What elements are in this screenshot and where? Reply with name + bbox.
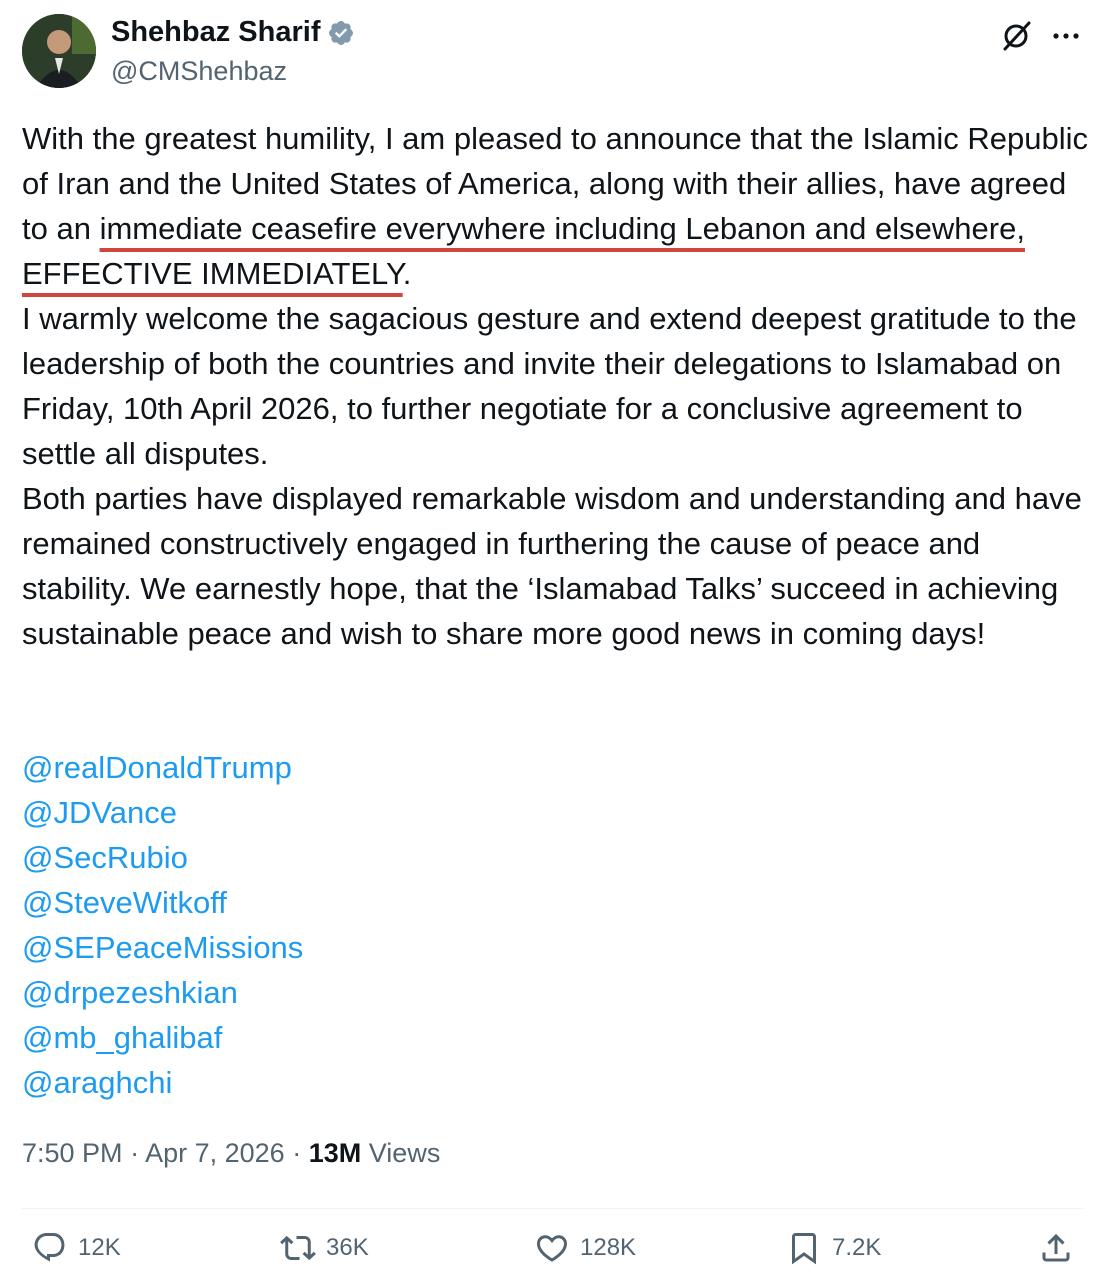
mention-link[interactable]: @realDonaldTrump <box>22 745 303 790</box>
meta-separator: · <box>292 1138 302 1168</box>
repost-count: 36K <box>326 1234 369 1261</box>
views-count: 13M <box>308 1138 362 1168</box>
share-icon <box>1042 1233 1070 1262</box>
more-options-icon[interactable] <box>1050 22 1082 50</box>
avatar[interactable] <box>22 14 96 88</box>
mention-link[interactable]: @JDVance <box>22 790 303 835</box>
post-text-run: . <box>402 256 412 291</box>
post-paragraph-3: Both parties have displayed remarkable w… <box>22 481 1082 651</box>
meta-separator: · <box>130 1138 140 1168</box>
post-date[interactable]: Apr 7, 2026 <box>145 1138 285 1168</box>
author-name[interactable]: Shehbaz Sharif <box>111 16 321 49</box>
grok-icon[interactable] <box>998 18 1034 54</box>
post-meta: 7:50 PM · Apr 7, 2026 · 13M Views <box>22 1138 440 1169</box>
author-name-row: Shehbaz Sharif <box>111 16 355 49</box>
post-paragraph-2: I warmly welcome the sagacious gesture a… <box>22 301 1077 471</box>
verified-badge-icon <box>328 20 353 45</box>
reply-button[interactable]: 12K <box>32 1230 121 1266</box>
mention-link[interactable]: @drpezeshkian <box>22 970 303 1015</box>
bookmark-count: 7.2K <box>832 1234 882 1261</box>
mention-link[interactable]: @SEPeaceMissions <box>22 925 303 970</box>
share-button[interactable] <box>1038 1230 1074 1266</box>
bookmark-button[interactable]: 7.2K <box>786 1230 881 1266</box>
like-button[interactable]: 128K <box>534 1230 636 1266</box>
heart-icon <box>536 1235 568 1262</box>
avatar-photo-icon <box>22 14 96 88</box>
mention-link[interactable]: @SteveWitkoff <box>22 880 303 925</box>
author-handle[interactable]: @CMShehbaz <box>111 56 287 87</box>
mention-link[interactable]: @mb_ghalibaf <box>22 1015 303 1060</box>
divider <box>22 1208 1083 1209</box>
post-text: With the greatest humility, I am pleased… <box>22 116 1097 656</box>
reply-count: 12K <box>78 1234 121 1261</box>
mention-link[interactable]: @araghchi <box>22 1060 303 1105</box>
bookmark-icon <box>792 1233 816 1265</box>
views-label: Views <box>368 1138 441 1168</box>
like-count: 128K <box>580 1234 637 1261</box>
repost-icon <box>280 1235 316 1261</box>
repost-button[interactable]: 36K <box>280 1230 369 1266</box>
mention-link[interactable]: @SecRubio <box>22 835 303 880</box>
mentions-list: @realDonaldTrump @JDVance @SecRubio @Ste… <box>22 745 303 1105</box>
highlighted-text: immediate ceasefire everywhere including… <box>22 211 1025 291</box>
reply-icon <box>34 1233 65 1262</box>
post-time[interactable]: 7:50 PM <box>22 1138 123 1168</box>
action-bar: 12K 36K 128K 7.2K <box>0 1230 1115 1280</box>
post-paragraph-1: With the greatest humility, I am pleased… <box>22 121 1088 291</box>
